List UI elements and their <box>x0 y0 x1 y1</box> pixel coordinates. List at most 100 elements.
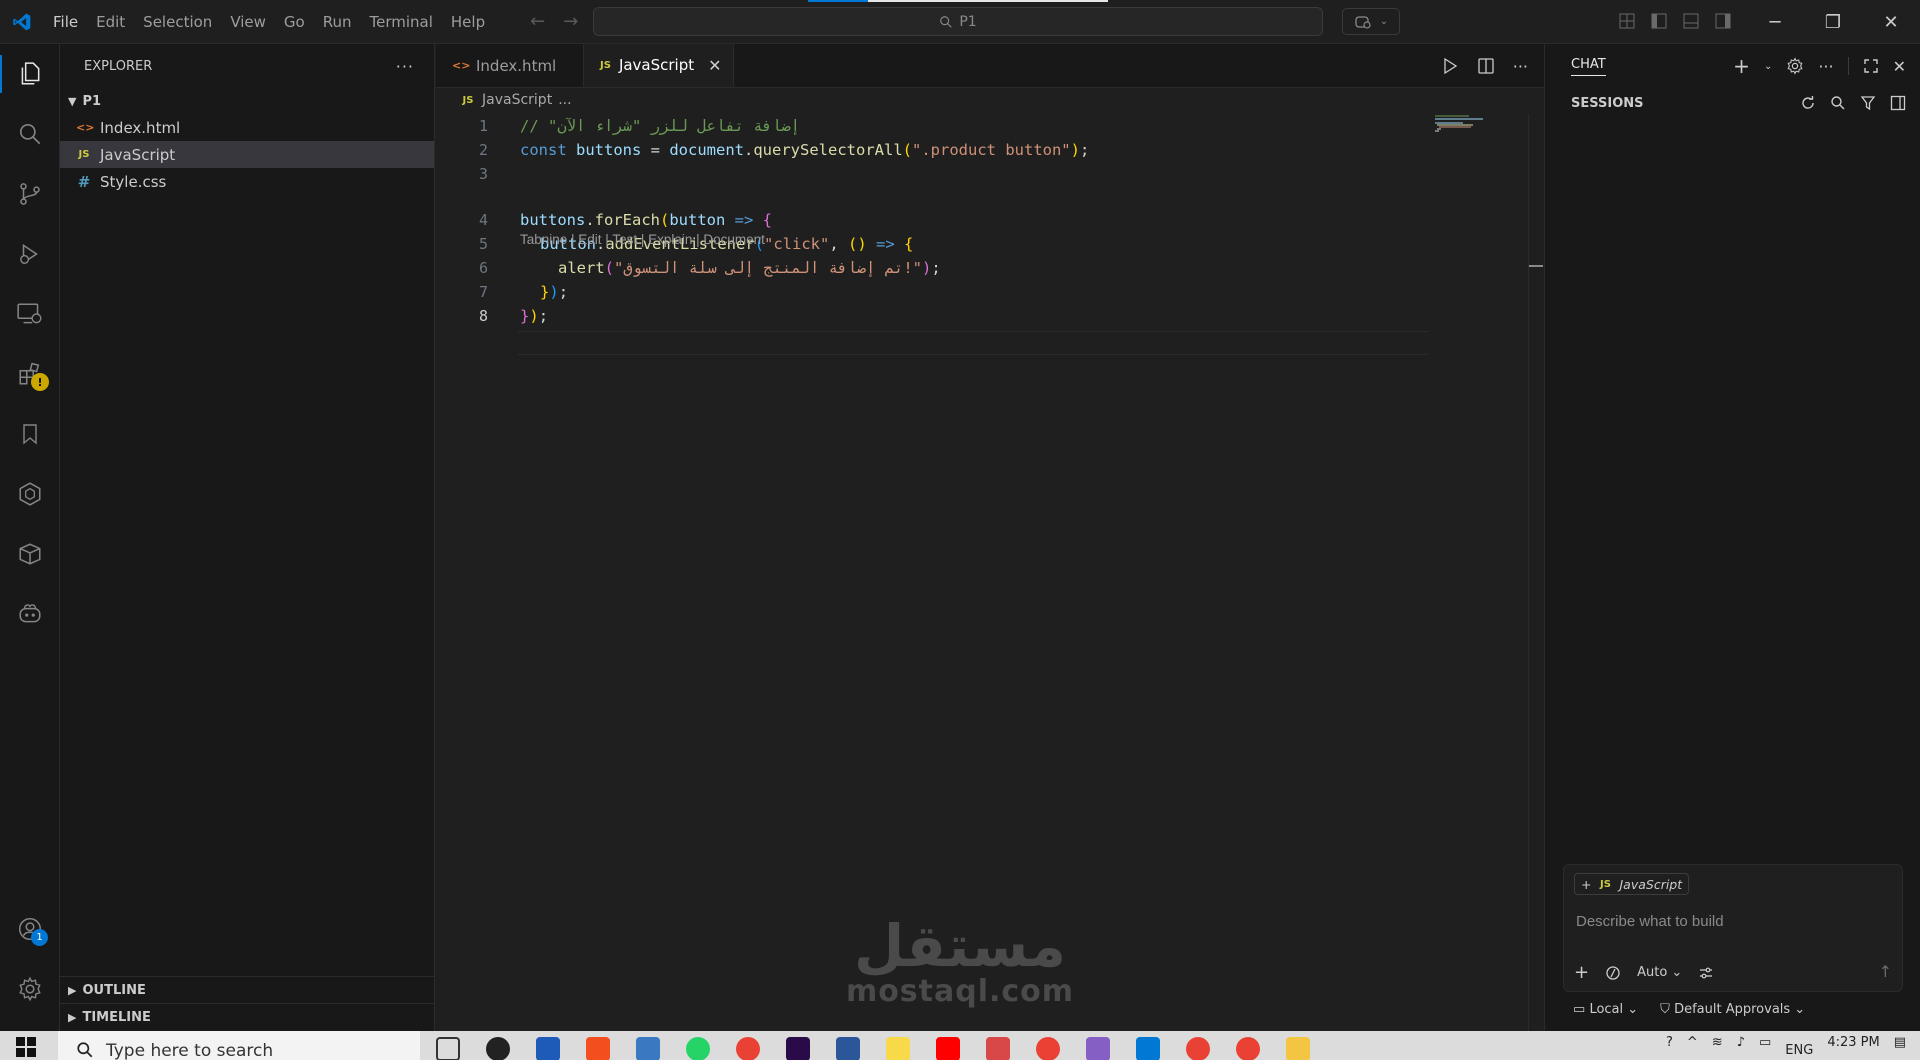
command-center-search[interactable]: P1 <box>593 7 1323 36</box>
scrollbar-marker[interactable] <box>1529 265 1543 267</box>
battery-icon[interactable]: ▭ <box>1759 1035 1771 1050</box>
accounts-icon[interactable]: 1 <box>0 904 60 954</box>
folder-p1[interactable]: ▼ P1 <box>60 88 434 114</box>
breadcrumb-file[interactable]: JavaScript <box>482 92 552 108</box>
menu-run[interactable]: Run <box>314 0 361 44</box>
context-chip[interactable]: + JS JavaScript <box>1574 873 1690 895</box>
menu-go[interactable]: Go <box>275 0 314 44</box>
notifications-icon[interactable]: ▤ <box>1894 1035 1906 1050</box>
more-actions-icon[interactable]: ··· <box>396 57 414 76</box>
new-chat-icon[interactable]: + <box>1733 54 1750 78</box>
toggle-sidebar-icon[interactable] <box>1890 95 1906 111</box>
paint-icon[interactable] <box>986 1037 1010 1060</box>
forward-arrow-icon[interactable]: → <box>563 11 578 32</box>
refresh-icon[interactable] <box>1800 95 1816 111</box>
tab-index-html[interactable]: <> Index.html <box>436 44 584 87</box>
file-javascript[interactable]: JS JavaScript <box>60 141 434 168</box>
chrome-icon[interactable] <box>736 1037 760 1060</box>
timeline-section[interactable]: ▶ TIMELINE <box>60 1003 435 1030</box>
chat-input-box[interactable]: + JS JavaScript Describe what to build +… <box>1563 864 1903 992</box>
extensions-icon[interactable]: ! <box>0 349 60 399</box>
tabnine-icon[interactable] <box>0 469 60 519</box>
wifi-icon[interactable]: ≋ <box>1712 1035 1723 1050</box>
chat-input-placeholder[interactable]: Describe what to build <box>1576 913 1724 930</box>
taskbar-search[interactable]: Type here to search <box>58 1031 420 1060</box>
file-index-html[interactable]: <> Index.html <box>60 114 434 141</box>
more-actions-icon[interactable]: ··· <box>1818 57 1833 76</box>
remote-explorer-icon[interactable] <box>0 289 60 339</box>
menu-edit[interactable]: Edit <box>87 0 134 44</box>
send-arrow-icon[interactable]: ↑ <box>1879 962 1892 981</box>
explorer-icon[interactable] <box>0 49 60 99</box>
add-context-icon[interactable]: + <box>1581 877 1591 892</box>
source-control-icon[interactable] <box>0 169 60 219</box>
menu-view[interactable]: View <box>221 0 275 44</box>
settings-gear-icon[interactable] <box>0 964 60 1014</box>
task-view-icon[interactable] <box>436 1037 460 1060</box>
chrome-icon[interactable] <box>1036 1037 1060 1060</box>
youtube-icon[interactable] <box>936 1037 960 1060</box>
copilot-chat-icon[interactable] <box>0 589 60 639</box>
configure-icon[interactable] <box>1698 965 1714 981</box>
tools-icon[interactable] <box>1605 965 1621 981</box>
search-icon[interactable] <box>0 109 60 159</box>
local-dropdown[interactable]: ▭ Local ⌄ <box>1573 1002 1638 1017</box>
calculator-icon[interactable] <box>636 1037 660 1060</box>
bookmarks-icon[interactable] <box>0 409 60 459</box>
more-actions-icon[interactable]: ··· <box>1513 57 1528 76</box>
downloads-icon[interactable] <box>536 1037 560 1060</box>
menu-selection[interactable]: Selection <box>134 0 221 44</box>
search-icon[interactable] <box>1830 95 1846 111</box>
minimize-button[interactable]: ─ <box>1746 0 1804 44</box>
minimap[interactable] <box>1433 114 1493 134</box>
add-icon[interactable]: + <box>1574 962 1589 983</box>
chat-title[interactable]: CHAT <box>1571 57 1606 76</box>
chevron-down-icon[interactable]: ⌄ <box>1764 61 1772 72</box>
menu-terminal[interactable]: Terminal <box>361 0 442 44</box>
tab-javascript[interactable]: JS JavaScript ✕ <box>584 44 734 87</box>
visual-studio-icon[interactable] <box>1086 1037 1110 1060</box>
chevron-up-icon[interactable]: ^ <box>1687 1035 1698 1050</box>
back-arrow-icon[interactable]: ← <box>530 11 545 32</box>
premiere-icon[interactable] <box>786 1037 810 1060</box>
file-style-css[interactable]: # Style.css <box>60 168 434 195</box>
tabnine-codelens[interactable]: Tabnine | Edit | Test | Explain | Docume… <box>520 232 765 247</box>
menu-help[interactable]: Help <box>442 0 494 44</box>
extensions-warning-icon: ! <box>31 373 49 391</box>
chrome-icon[interactable] <box>1236 1037 1260 1060</box>
word-icon[interactable] <box>836 1037 860 1060</box>
restore-button[interactable]: ❐ <box>1804 0 1862 44</box>
whatsapp-icon[interactable] <box>686 1037 710 1060</box>
menu-file[interactable]: File <box>44 0 87 44</box>
run-file-icon[interactable] <box>1441 57 1459 75</box>
run-debug-icon[interactable] <box>0 229 60 279</box>
approvals-dropdown[interactable]: ⛉ Default Approvals ⌄ <box>1660 1002 1805 1017</box>
language-indicator[interactable]: ENG <box>1785 1035 1813 1058</box>
help-icon[interactable]: ? <box>1666 1035 1673 1050</box>
close-icon[interactable]: ✕ <box>1893 57 1906 76</box>
sticky-notes-icon[interactable] <box>886 1037 910 1060</box>
clock-time[interactable]: 4:23 PM <box>1827 1035 1879 1050</box>
customize-layout-icon[interactable] <box>1618 12 1636 30</box>
outline-section[interactable]: ▶ OUTLINE <box>60 976 435 1003</box>
volume-icon[interactable]: ♪ <box>1737 1035 1745 1050</box>
mode-dropdown[interactable]: Auto ⌄ <box>1637 965 1682 980</box>
close-window-button[interactable]: ✕ <box>1862 0 1920 44</box>
chrome-icon[interactable] <box>1186 1037 1210 1060</box>
figma-icon[interactable] <box>586 1037 610 1060</box>
toggle-secondary-sidebar-icon[interactable] <box>1714 12 1732 30</box>
toggle-panel-icon[interactable] <box>1682 12 1700 30</box>
containers-icon[interactable] <box>0 529 60 579</box>
settings-gear-icon[interactable] <box>1786 57 1804 75</box>
obs-icon[interactable] <box>486 1037 510 1060</box>
vscode-icon[interactable] <box>1136 1037 1160 1060</box>
windows-start-icon[interactable] <box>16 1037 36 1060</box>
split-editor-icon[interactable] <box>1477 57 1495 75</box>
filter-icon[interactable] <box>1860 95 1876 111</box>
breadcrumb-more[interactable]: ... <box>558 92 571 108</box>
file-explorer-icon[interactable] <box>1286 1037 1310 1060</box>
copilot-button[interactable]: ⌄ <box>1342 8 1400 35</box>
toggle-primary-sidebar-icon[interactable] <box>1650 12 1668 30</box>
maximize-icon[interactable] <box>1863 58 1879 74</box>
close-tab-icon[interactable]: ✕ <box>708 56 721 75</box>
